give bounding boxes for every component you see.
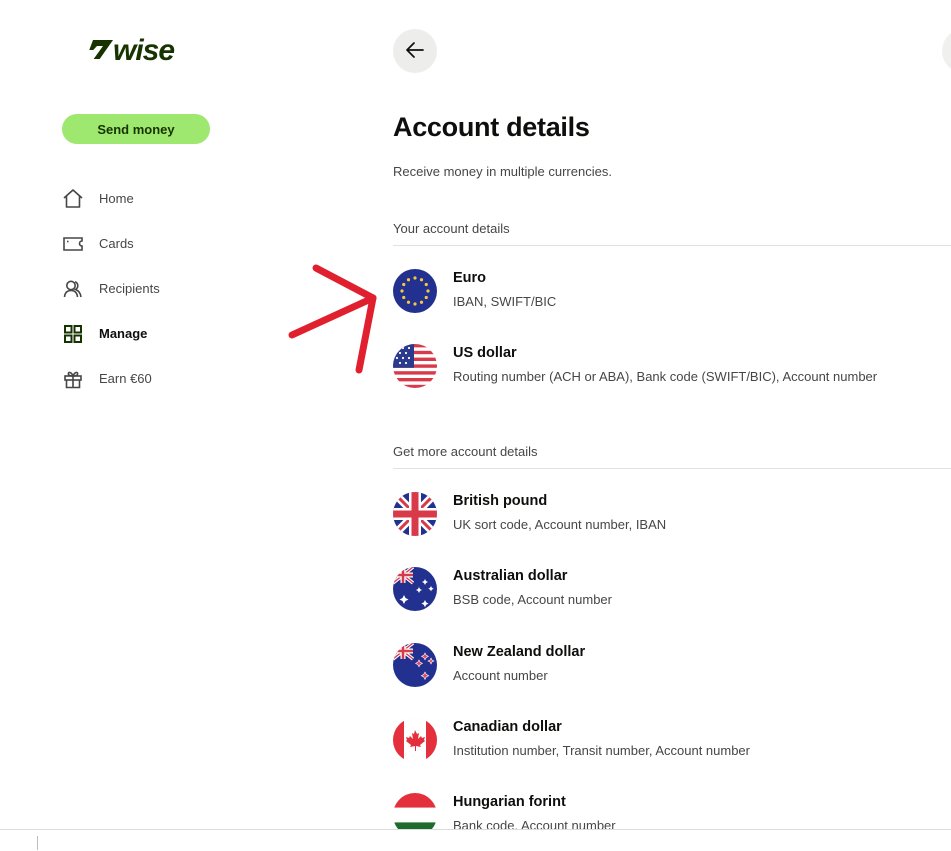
currency-details: BSB code, Account number xyxy=(453,592,612,607)
back-button[interactable] xyxy=(393,29,437,73)
sidebar-nav: Home Cards Recipients Manage Earn €60 xyxy=(62,176,160,401)
nz-flag-icon xyxy=(393,643,437,687)
text-caret xyxy=(37,836,38,850)
recipients-icon xyxy=(62,278,84,300)
currency-details: Routing number (ACH or ABA), Bank code (… xyxy=(453,369,878,384)
page-subtitle: Receive money in multiple currencies. xyxy=(393,164,612,179)
sidebar-item-earn[interactable]: Earn €60 xyxy=(62,356,160,401)
annotation-arrow-icon xyxy=(288,264,377,374)
eu-star-icon xyxy=(424,282,428,287)
send-money-button[interactable]: Send money xyxy=(62,114,210,144)
currency-name: Australian dollar xyxy=(453,568,568,584)
currency-name: Euro xyxy=(453,270,487,286)
arrow-left-icon xyxy=(404,39,426,64)
card-icon xyxy=(62,233,84,255)
wise-logo[interactable]: wise xyxy=(85,34,175,68)
sidebar-item-manage[interactable]: Manage xyxy=(62,311,160,356)
sidebar-item-label: Cards xyxy=(99,236,134,251)
wise-flag-icon xyxy=(85,36,114,67)
currency-name: US dollar xyxy=(453,345,517,361)
currency-details: Institution number, Transit number, Acco… xyxy=(453,743,750,758)
currency-item-australian-dollar[interactable]: Australian dollar BSB code, Account numb… xyxy=(393,566,951,616)
section-heading-get-more-account-details: Get more account details xyxy=(393,444,951,469)
currency-name: British pound xyxy=(453,493,548,509)
sidebar-item-label: Earn €60 xyxy=(99,371,152,386)
eu-star-icon xyxy=(424,295,428,300)
currency-item-new-zealand-dollar[interactable]: New Zealand dollar Account number xyxy=(393,642,951,692)
us-flag-icon xyxy=(393,344,437,388)
eu-star-icon xyxy=(400,289,404,293)
currency-details: UK sort code, Account number, IBAN xyxy=(453,517,667,532)
page-title: Account details xyxy=(393,112,590,142)
gift-icon xyxy=(62,368,84,390)
eu-flag-icon xyxy=(393,269,437,313)
sidebar-item-cards[interactable]: Cards xyxy=(62,221,160,266)
ca-flag-icon xyxy=(393,718,437,762)
eu-star-icon xyxy=(413,302,417,306)
currency-item-us-dollar[interactable]: US dollar Routing number (ACH or ABA), B… xyxy=(393,343,951,393)
sidebar-item-label: Home xyxy=(99,191,134,206)
currency-name: Canadian dollar xyxy=(453,719,562,735)
home-icon xyxy=(62,188,84,210)
au-flag-icon xyxy=(393,567,437,611)
eu-star-icon xyxy=(419,278,424,282)
eu-star-icon xyxy=(402,295,406,300)
grid-icon xyxy=(62,323,84,345)
eu-star-icon xyxy=(406,300,411,304)
currency-item-euro[interactable]: Euro IBAN, SWIFT/BIC xyxy=(393,268,951,318)
gb-flag-icon xyxy=(393,492,437,536)
currency-name: Hungarian forint xyxy=(453,794,566,810)
currency-item-british-pound[interactable]: British pound UK sort code, Account numb… xyxy=(393,491,951,541)
sidebar-item-home[interactable]: Home xyxy=(62,176,160,221)
eu-star-icon xyxy=(413,276,417,280)
currency-details: IBAN, SWIFT/BIC xyxy=(453,294,557,309)
currency-details: Account number xyxy=(453,668,548,683)
eu-star-icon xyxy=(402,282,406,287)
currency-name: New Zealand dollar xyxy=(453,644,586,660)
section-heading-your-account-details: Your account details xyxy=(393,221,951,246)
sidebar-item-label: Recipients xyxy=(99,281,160,296)
sidebar-item-recipients[interactable]: Recipients xyxy=(62,266,160,311)
eu-star-icon xyxy=(419,300,424,304)
profile-button[interactable] xyxy=(942,29,951,73)
logo-text: wise xyxy=(113,34,175,67)
bottom-bar xyxy=(0,829,951,851)
eu-star-icon xyxy=(426,289,430,293)
currency-item-canadian-dollar[interactable]: Canadian dollar Institution number, Tran… xyxy=(393,717,951,767)
sidebar-item-label: Manage xyxy=(99,326,148,341)
eu-star-icon xyxy=(406,278,411,282)
